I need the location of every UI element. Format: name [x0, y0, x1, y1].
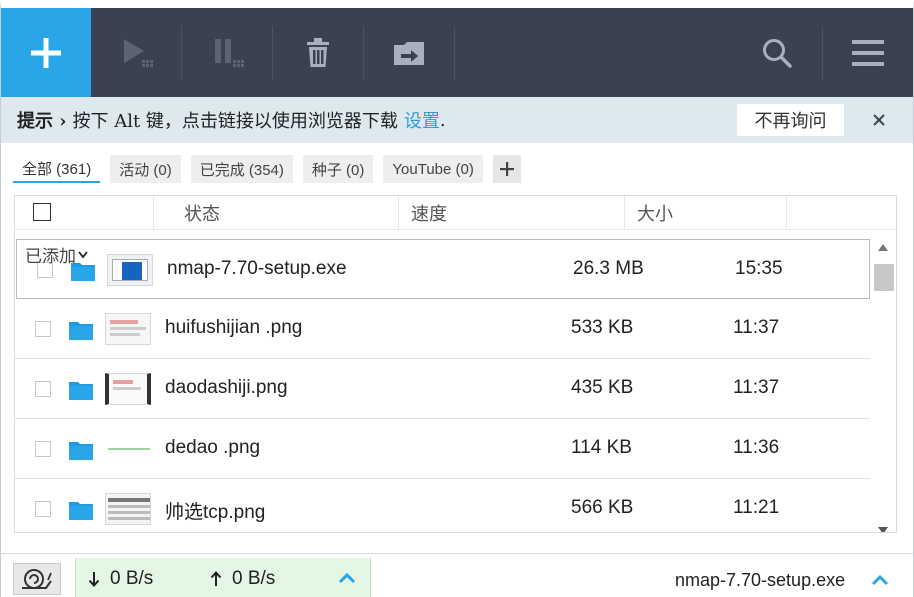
sort-added-dropdown[interactable]: 已添加 — [25, 242, 88, 267]
upload-speed-value: 0 B/s — [232, 568, 276, 589]
column-extra — [787, 196, 895, 230]
move-to-icon — [394, 41, 424, 65]
file-time: 11:37 — [733, 317, 780, 338]
move-to-button[interactable] — [364, 8, 454, 97]
plus-icon — [31, 37, 61, 68]
pause-icon — [215, 38, 244, 67]
folder-icon[interactable] — [68, 379, 94, 401]
downloads-table: 状态 速度 大小 已添加 nmap-7.70-setup.exe 26.3 MB… — [14, 195, 897, 533]
pause-button[interactable] — [182, 8, 272, 97]
category-tabs: 全部 (361) 活动 (0) 已完成 (354) 种子 (0) YouTube… — [13, 155, 521, 185]
download-speed-value: 0 B/s — [110, 568, 154, 589]
file-size: 566 KB — [571, 497, 634, 518]
file-thumbnail — [105, 373, 151, 405]
speed-limit-button[interactable] — [13, 563, 61, 595]
file-name: huifushijian .png — [165, 317, 303, 338]
file-name: daodashiji.png — [165, 377, 288, 398]
tab-torrent[interactable]: 种子 (0) — [302, 155, 374, 183]
folder-icon[interactable] — [68, 499, 94, 521]
search-icon — [763, 38, 792, 68]
file-size: 114 KB — [571, 437, 632, 458]
delete-button[interactable] — [273, 8, 363, 97]
settings-link[interactable]: 设置 — [404, 107, 440, 133]
notice-period: . — [439, 109, 446, 131]
table-header: 状态 速度 大小 — [15, 196, 896, 230]
arrow-up-icon — [210, 571, 222, 586]
trash-icon — [307, 37, 329, 67]
hamburger-menu-icon — [852, 39, 884, 66]
arrow-down-icon — [88, 572, 100, 587]
current-file-name[interactable]: nmap-7.70-setup.exe — [675, 570, 845, 591]
file-thumbnail — [105, 433, 151, 465]
sort-label: 已添加 — [25, 247, 76, 267]
scroll-thumb[interactable] — [874, 264, 894, 291]
file-size: 533 KB — [571, 317, 634, 338]
notice-close-button[interactable] — [867, 108, 891, 132]
upload-speed: 0 B/s — [210, 568, 275, 590]
notice-text: 按下 Alt 键，点击链接以使用浏览器下载 — [72, 111, 398, 132]
row-checkbox[interactable] — [35, 381, 51, 397]
add-category-button[interactable] — [492, 155, 521, 183]
scroll-up-arrow[interactable] — [878, 244, 888, 251]
start-button[interactable] — [91, 8, 181, 97]
status-bar: 0 B/s 0 B/s nmap-7.70-setup.exe — [1, 553, 913, 597]
header-check-cell — [15, 196, 154, 230]
column-size[interactable]: 大小 — [625, 196, 787, 230]
file-time: 11:36 — [733, 437, 780, 458]
search-button[interactable] — [732, 8, 822, 97]
menu-button[interactable] — [823, 8, 913, 97]
close-icon — [873, 114, 885, 126]
app-window: 提示 › 按下 Alt 键，点击链接以使用浏览器下载 设置 . 不再询问 全部 … — [0, 0, 914, 597]
notice-bar: 提示 › 按下 Alt 键，点击链接以使用浏览器下载 设置 . 不再询问 — [1, 97, 913, 143]
file-time: 15:35 — [735, 258, 783, 279]
file-size: 26.3 MB — [573, 258, 644, 279]
row-checkbox[interactable] — [35, 441, 51, 457]
download-speed: 0 B/s — [88, 568, 153, 590]
table-body: nmap-7.70-setup.exe 26.3 MB 15:35 huifus… — [15, 239, 870, 532]
file-thumbnail — [107, 254, 153, 286]
file-thumbnail — [105, 493, 151, 525]
column-speed[interactable]: 速度 — [399, 196, 625, 230]
tab-completed[interactable]: 已完成 (354) — [190, 155, 293, 183]
file-name: nmap-7.70-setup.exe — [167, 258, 347, 279]
file-size: 435 KB — [571, 377, 634, 398]
file-time: 11:21 — [733, 497, 780, 518]
folder-icon[interactable] — [68, 439, 94, 461]
file-name: dedao .png — [165, 437, 261, 458]
table-row[interactable]: daodashiji.png 435 KB 11:37 — [15, 359, 870, 419]
never-ask-button[interactable]: 不再询问 — [737, 104, 844, 136]
tab-active[interactable]: 活动 (0) — [110, 155, 181, 183]
table-row[interactable]: dedao .png 114 KB 11:36 — [15, 419, 870, 479]
row-checkbox[interactable] — [35, 501, 51, 517]
chevron-down-icon — [78, 250, 88, 258]
vertical-scrollbar[interactable] — [873, 239, 895, 532]
scroll-down-arrow[interactable] — [878, 527, 888, 532]
table-row[interactable]: nmap-7.70-setup.exe 26.3 MB 15:35 — [16, 239, 870, 299]
table-row[interactable]: 帅选tcp.png 566 KB 11:21 — [15, 479, 870, 532]
row-checkbox[interactable] — [35, 321, 51, 337]
toolbar — [1, 8, 913, 97]
table-row[interactable]: huifushijian .png 533 KB 11:37 — [15, 299, 870, 359]
play-icon — [124, 38, 153, 67]
plus-icon — [499, 162, 514, 176]
speed-panel[interactable]: 0 B/s 0 B/s — [75, 558, 371, 597]
snail-icon — [22, 569, 52, 589]
folder-icon[interactable] — [68, 319, 94, 341]
select-all-checkbox[interactable] — [33, 203, 51, 221]
chevron-up-icon[interactable] — [871, 574, 889, 586]
add-download-button[interactable] — [1, 8, 91, 97]
notice-title: 提示 › — [17, 111, 67, 132]
tab-all[interactable]: 全部 (361) — [13, 155, 101, 183]
column-status[interactable]: 状态 — [154, 196, 399, 230]
chevron-up-icon[interactable] — [338, 572, 356, 584]
tab-youtube[interactable]: YouTube (0) — [383, 155, 483, 183]
file-name: 帅选tcp.png — [165, 502, 266, 523]
file-time: 11:37 — [733, 377, 780, 398]
file-thumbnail — [105, 313, 151, 345]
